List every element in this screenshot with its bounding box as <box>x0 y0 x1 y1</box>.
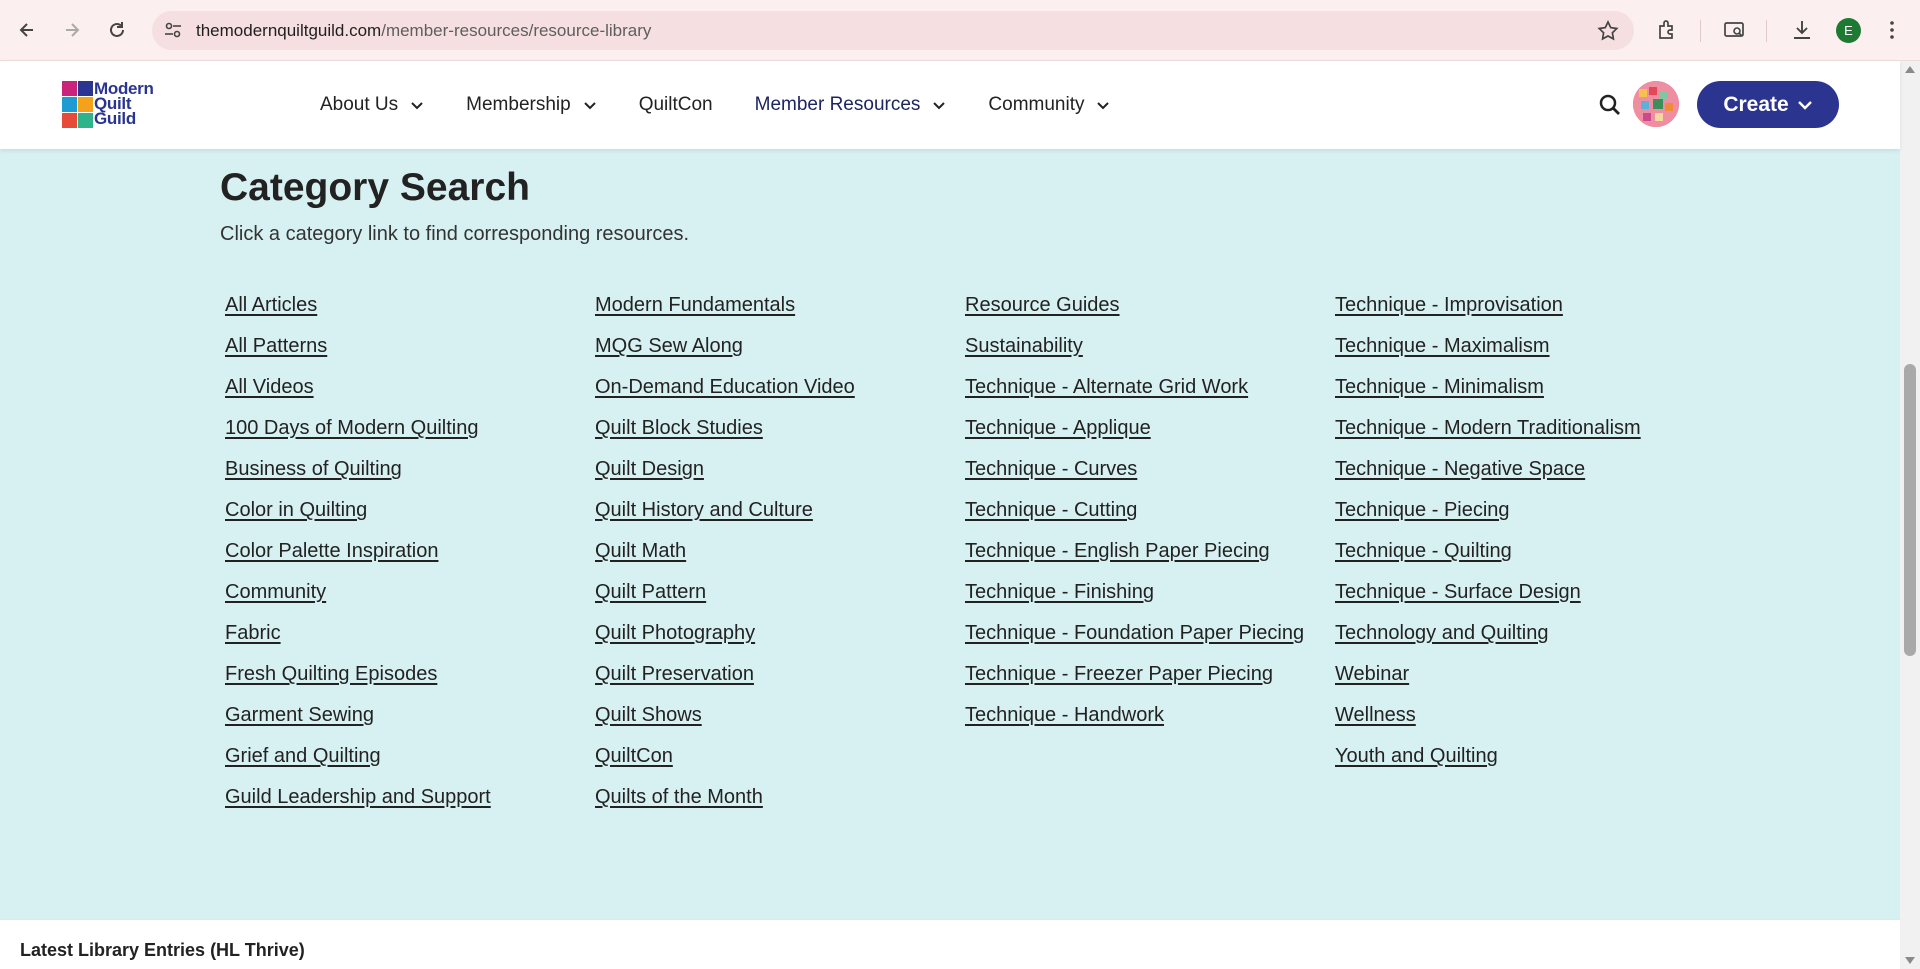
category-link[interactable]: All Articles <box>225 291 565 319</box>
category-link[interactable]: Quilt Design <box>595 455 935 483</box>
nav-member-resources[interactable]: Member Resources <box>755 94 947 116</box>
category-link[interactable]: Modern Fundamentals <box>595 291 935 319</box>
category-link[interactable]: Technique - Alternate Grid Work <box>965 373 1305 401</box>
search-icon[interactable] <box>1598 93 1622 117</box>
browser-toolbar: themodernquiltguild.com/member-resources… <box>0 0 1920 61</box>
chevron-down-icon <box>1797 100 1812 110</box>
category-link[interactable]: Garment Sewing <box>225 701 565 729</box>
category-link[interactable]: Quilt Math <box>595 537 935 565</box>
category-link[interactable]: All Videos <box>225 373 565 401</box>
user-avatar[interactable] <box>1633 81 1679 127</box>
category-link[interactable]: Technique - Cutting <box>965 496 1305 524</box>
category-link[interactable]: Technique - Surface Design <box>1335 578 1675 606</box>
chevron-down-icon <box>583 102 596 110</box>
category-link[interactable]: Color Palette Inspiration <box>225 537 565 565</box>
category-link[interactable]: Community <box>225 578 565 606</box>
category-link[interactable]: Guild Leadership and Support <box>225 783 565 811</box>
site-logo[interactable]: Modern Quilt Guild <box>62 79 154 128</box>
page-subtitle: Click a category link to find correspond… <box>220 223 690 245</box>
nav-membership[interactable]: Membership <box>466 94 597 116</box>
kebab-menu-icon[interactable] <box>1878 16 1906 44</box>
address-bar[interactable]: themodernquiltguild.com/member-resources… <box>152 11 1634 50</box>
toolbar-divider <box>1766 20 1767 42</box>
category-link[interactable]: Technique - Modern Traditionalism <box>1335 414 1675 442</box>
reload-icon <box>110 22 124 37</box>
extensions-icon[interactable] <box>1654 16 1682 44</box>
category-link[interactable]: Technique - Minimalism <box>1335 373 1675 401</box>
scroll-up-arrow-icon[interactable] <box>1905 66 1915 73</box>
download-icon[interactable] <box>1788 16 1816 44</box>
nav-about-us[interactable]: About Us <box>320 94 424 116</box>
category-column-1: All Articles All Patterns All Videos 100 Da… <box>225 291 565 824</box>
category-link[interactable]: All Patterns <box>225 332 565 360</box>
category-link[interactable]: Technique - Improvisation <box>1335 291 1675 319</box>
category-column-3: Resource Guides Sustainability Technique -… <box>965 291 1305 742</box>
chevron-down-icon <box>411 102 423 110</box>
reload-button[interactable] <box>100 13 134 47</box>
category-link[interactable]: Technique - Freezer Paper Piecing <box>965 660 1305 688</box>
category-column-4: Technique - Improvisation Technique - Max… <box>1335 291 1675 783</box>
category-link[interactable]: Webinar <box>1335 660 1675 688</box>
latest-entries-header: Latest Library Entries (HL Thrive) <box>20 940 305 960</box>
category-link[interactable]: Technique - Quilting <box>1335 537 1675 565</box>
chevron-down-icon <box>1097 102 1110 110</box>
category-link[interactable]: On-Demand Education Video <box>595 373 935 401</box>
nav-community[interactable]: Community <box>988 94 1110 116</box>
toolbar-divider <box>1700 20 1701 42</box>
category-link[interactable]: Color in Quilting <box>225 496 565 524</box>
category-link[interactable]: Quilt Preservation <box>595 660 935 688</box>
category-link[interactable]: Sustainability <box>965 332 1305 360</box>
category-link[interactable]: Quilt Pattern <box>595 578 935 606</box>
scroll-down-arrow-icon[interactable] <box>1905 957 1915 964</box>
site-settings-icon[interactable] <box>162 19 184 41</box>
category-link[interactable]: Fresh Quilting Episodes <box>225 660 565 688</box>
category-link[interactable]: Quilts of the Month <box>595 783 935 811</box>
category-link[interactable]: Technique - English Paper Piecing <box>965 537 1305 565</box>
category-link[interactable]: Quilt Block Studies <box>595 414 935 442</box>
category-link[interactable]: Technique - Foundation Paper Piecing <box>965 619 1305 647</box>
nav-quiltcon[interactable]: QuiltCon <box>639 94 713 116</box>
category-link[interactable]: 100 Days of Modern Quilting <box>225 414 565 442</box>
bookmark-star-icon[interactable] <box>1596 19 1620 43</box>
category-link[interactable]: Wellness <box>1335 701 1675 729</box>
category-link[interactable]: MQG Sew Along <box>595 332 935 360</box>
main-navigation: About Us Membership QuiltCon Member Reso… <box>320 61 1152 149</box>
url-text: themodernquiltguild.com/member-resources… <box>196 21 652 40</box>
scrollbar-thumb[interactable] <box>1904 364 1916 656</box>
create-button[interactable]: Create <box>1697 81 1839 128</box>
category-link[interactable]: Technique - Applique <box>965 414 1305 442</box>
site-header: Modern Quilt Guild About Us Membership Q… <box>0 61 1900 149</box>
category-link[interactable]: Technique - Handwork <box>965 701 1305 729</box>
category-link[interactable]: Technique - Curves <box>965 455 1305 483</box>
arrow-left-icon <box>19 23 33 37</box>
profile-avatar[interactable]: E <box>1836 18 1861 43</box>
category-link[interactable]: Grief and Quilting <box>225 742 565 770</box>
category-column-2: Modern Fundamentals MQG Sew Along On-Deman… <box>595 291 935 824</box>
category-link[interactable]: Business of Quilting <box>225 455 565 483</box>
arrow-right-icon <box>66 23 80 37</box>
logo-mark-icon <box>62 81 93 128</box>
quilt-avatar-image <box>1633 81 1679 127</box>
logo-text: Modern Quilt Guild <box>94 79 154 128</box>
category-link[interactable]: Technique - Finishing <box>965 578 1305 606</box>
forward-button[interactable] <box>55 13 89 47</box>
latest-entries-panel: Latest Library Entries (HL Thrive) <box>0 919 1900 969</box>
category-link[interactable]: Quilt History and Culture <box>595 496 935 524</box>
back-button[interactable] <box>10 13 44 47</box>
category-link[interactable]: Resource Guides <box>965 291 1305 319</box>
category-link[interactable]: Technology and Quilting <box>1335 619 1675 647</box>
category-link[interactable]: Technique - Maximalism <box>1335 332 1675 360</box>
category-link[interactable]: Youth and Quilting <box>1335 742 1675 770</box>
cast-search-icon[interactable] <box>1720 16 1748 44</box>
chevron-down-icon <box>933 102 946 110</box>
category-link[interactable]: QuiltCon <box>595 742 935 770</box>
category-link[interactable]: Technique - Negative Space <box>1335 455 1675 483</box>
page-title: Category Search <box>220 166 530 209</box>
category-link[interactable]: Quilt Shows <box>595 701 935 729</box>
category-link[interactable]: Fabric <box>225 619 565 647</box>
category-link[interactable]: Technique - Piecing <box>1335 496 1675 524</box>
page-scrollbar[interactable] <box>1900 61 1920 969</box>
category-link[interactable]: Quilt Photography <box>595 619 935 647</box>
category-search-section: Category Search Click a category link to… <box>0 149 1900 919</box>
